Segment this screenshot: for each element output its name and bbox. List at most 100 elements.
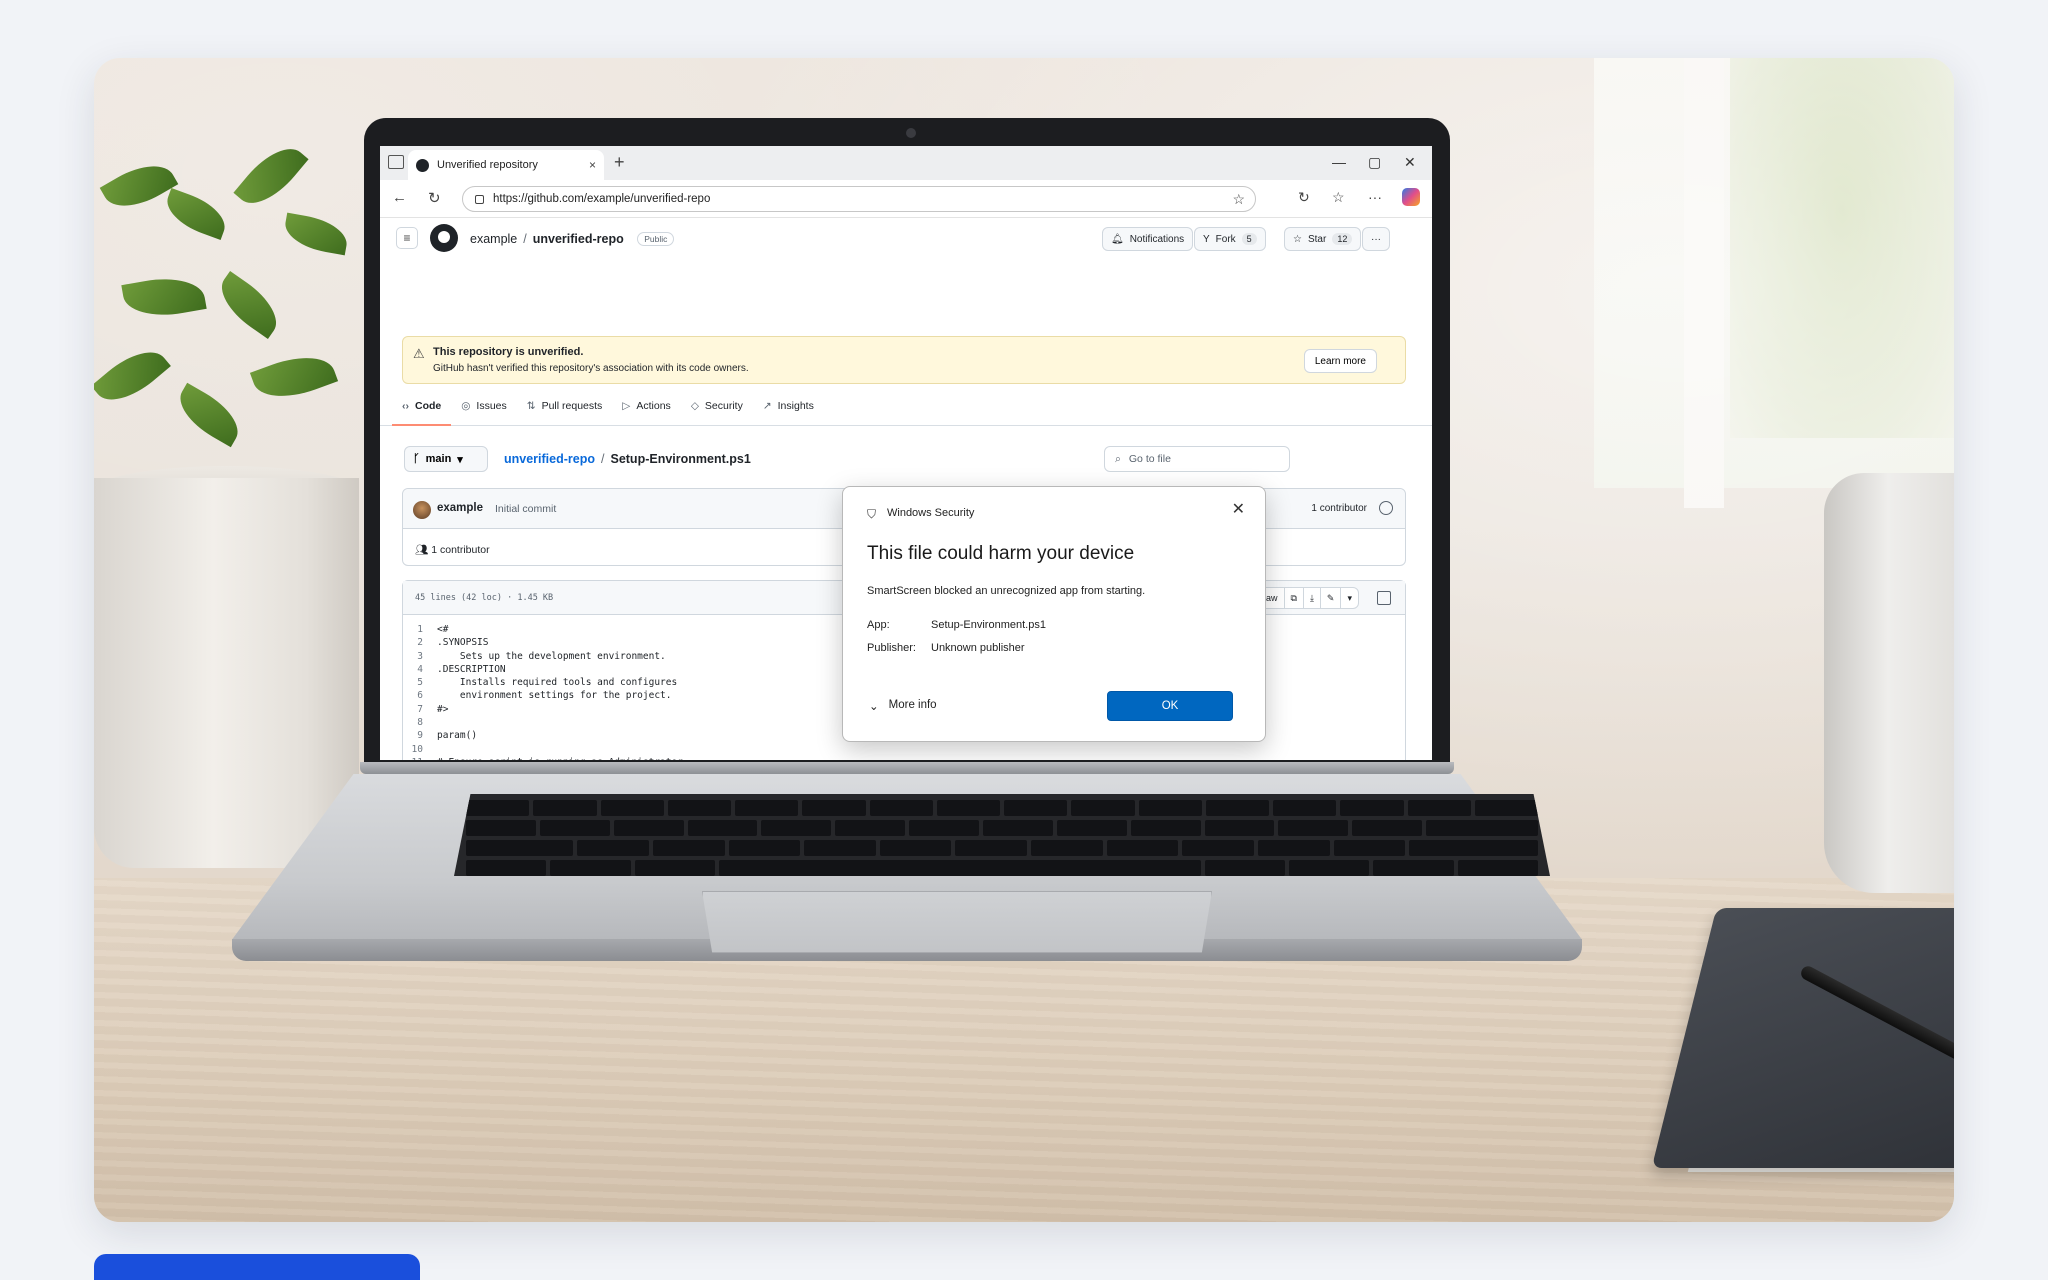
tab-actions-icon[interactable] [388, 155, 404, 169]
tab-code[interactable]: ‹› Code [392, 394, 452, 426]
code-text: <# [437, 624, 449, 635]
new-tab-button[interactable]: + [614, 152, 625, 173]
dialog-close-button[interactable]: ✕ [1232, 499, 1245, 519]
issues-icon: ◎ [461, 400, 471, 412]
plant-pot [94, 478, 359, 868]
warning-body: GitHub hasn't verified this repository's… [433, 363, 749, 374]
line-number[interactable]: 10 [403, 743, 437, 756]
file-breadcrumb: unverified-repo / Setup-Environment.ps1 [504, 452, 751, 466]
line-number[interactable]: 5 [403, 676, 437, 689]
avatar[interactable] [413, 501, 431, 519]
contributors-link[interactable]: 👥︎ 1 contributor [415, 543, 490, 556]
warning-title: This repository is unverified. [433, 346, 584, 358]
search-icon: ⌕ [1115, 452, 1121, 465]
code-text: #> [437, 703, 449, 715]
go-to-file-placeholder: Go to file [1128, 453, 1171, 465]
go-to-file-input[interactable]: ⌕ Go to file [1104, 446, 1290, 472]
dialog-app-title: Windows Security [887, 507, 975, 519]
laptop-screen: Unverified repository × + — ▢ ✕ ← ↻ http… [380, 146, 1432, 760]
favorites-icon[interactable]: ☆ [1332, 189, 1345, 206]
minimize-button[interactable]: — [1332, 154, 1346, 170]
tab-pull-requests[interactable]: ⇅ Pull requests [517, 394, 613, 426]
code-icon: ‹› [402, 400, 409, 412]
star-count: 12 [1332, 233, 1353, 245]
edit-icon[interactable]: ✎ [1321, 588, 1342, 608]
copilot-icon[interactable] [1402, 188, 1420, 206]
refresh-icon[interactable]: ↻ [428, 189, 441, 207]
fork-button[interactable]: Y Fork 5 [1194, 227, 1266, 251]
url-text: https://github.com/example/unverified-re… [493, 193, 711, 205]
close-window-button[interactable]: ✕ [1404, 154, 1416, 171]
laptop-hinge [360, 762, 1454, 774]
maximize-button[interactable]: ▢ [1368, 154, 1381, 171]
fork-icon: Y [1203, 233, 1210, 245]
code-text: param() [437, 730, 478, 742]
symbols-panel-icon[interactable] [1377, 591, 1391, 605]
dialog-title: This file could harm your device [867, 543, 1135, 564]
code-text: # Ensure script is running as Administra… [437, 756, 683, 760]
line-number[interactable]: 3 [403, 650, 437, 663]
code-text: Installs required tools and configures [437, 677, 678, 689]
line-number[interactable]: 9 [403, 729, 437, 742]
tab-actions[interactable]: ▷ Actions [612, 394, 681, 426]
blue-bar [94, 1254, 420, 1280]
people-icon: 👥︎ [415, 544, 432, 556]
code-text: Sets up the development environment. [437, 650, 666, 662]
notifications-button[interactable]: 🔔︎ Notifications [1102, 227, 1194, 251]
star-icon: ☆ [1293, 233, 1302, 245]
line-number[interactable]: 1 [403, 623, 437, 636]
line-number[interactable]: 2 [403, 636, 437, 649]
more-info-toggle[interactable]: ⌄ More info [869, 699, 937, 713]
repo-root-link[interactable]: unverified-repo [504, 452, 595, 466]
back-arrow-icon[interactable]: ← [392, 189, 407, 206]
browser-tabbar: Unverified repository × + — ▢ ✕ [380, 146, 1432, 180]
chevron-down-icon: ⌄ [869, 701, 879, 713]
file-name: Setup-Environment.ps1 [610, 452, 751, 466]
tab-close-icon[interactable]: × [589, 158, 596, 172]
line-number[interactable]: 11 [403, 756, 437, 760]
chevron-down-icon[interactable]: ▾ [1341, 588, 1358, 608]
coffee-mug [1824, 473, 1954, 893]
commit-author[interactable]: example [437, 502, 483, 514]
publisher-value: Unknown publisher [931, 642, 1025, 654]
star-button[interactable]: ☆ Star 12 [1284, 227, 1362, 251]
url-field[interactable]: https://github.com/example/unverified-re… [462, 186, 1256, 212]
download-icon[interactable]: ⤓ [1304, 588, 1321, 608]
code-line: 10 [403, 743, 1407, 756]
tab-security[interactable]: ◇ Security [681, 394, 753, 426]
repo-breadcrumb: example / unverified-repo Public [470, 232, 675, 246]
github-favicon-icon [416, 158, 429, 172]
line-number[interactable]: 7 [403, 703, 437, 716]
line-number[interactable]: 6 [403, 689, 437, 702]
refresh-page-icon[interactable]: ↻ [1298, 189, 1310, 206]
code-text: .SYNOPSIS [437, 637, 489, 649]
app-label: App: [867, 619, 890, 631]
branch-selector[interactable]: ᚴ main ▾ [404, 446, 488, 472]
tab-insights[interactable]: ↗ Insights [753, 394, 824, 426]
more-menu-icon[interactable]: ··· [1368, 189, 1382, 205]
publisher-row: Publisher: Unknown publisher [867, 642, 1025, 654]
menu-icon[interactable]: ≡ [396, 227, 418, 249]
learn-more-button[interactable]: Learn more [1303, 349, 1377, 373]
chevron-down-icon: ▾ [457, 453, 463, 466]
copy-icon[interactable]: ⧉ [1285, 588, 1304, 608]
webcam [906, 128, 916, 138]
branch-icon: ᚴ [413, 453, 420, 465]
touchpad [702, 891, 1212, 953]
line-number[interactable]: 4 [403, 663, 437, 676]
line-number[interactable]: 8 [403, 716, 437, 729]
github-header: ≡ example / unverified-repo Public 🔔︎ Notif… [380, 218, 1432, 262]
browser-tab[interactable]: Unverified repository × [408, 150, 604, 180]
commit-message[interactable]: Initial commit [495, 503, 556, 515]
github-logo-icon[interactable] [430, 224, 458, 252]
ok-button[interactable]: OK [1107, 691, 1233, 721]
history-icon[interactable] [1379, 501, 1393, 515]
repo-owner-link[interactable]: example [470, 232, 517, 246]
code-toolbar: Raw ⧉ ⤓ ✎ ▾ [1252, 587, 1359, 609]
actions-icon: ▷ [622, 400, 631, 412]
favorite-star-icon[interactable]: ☆ [1232, 191, 1245, 208]
repo-name-link[interactable]: unverified-repo [533, 232, 624, 246]
more-options-button[interactable]: ··· [1362, 227, 1390, 251]
tab-issues[interactable]: ◎ Issues [451, 394, 517, 426]
repo-nav-tabs: ‹› Code ◎ Issues ⇅ Pull requests ▷ Actions ◇… [380, 394, 1432, 426]
